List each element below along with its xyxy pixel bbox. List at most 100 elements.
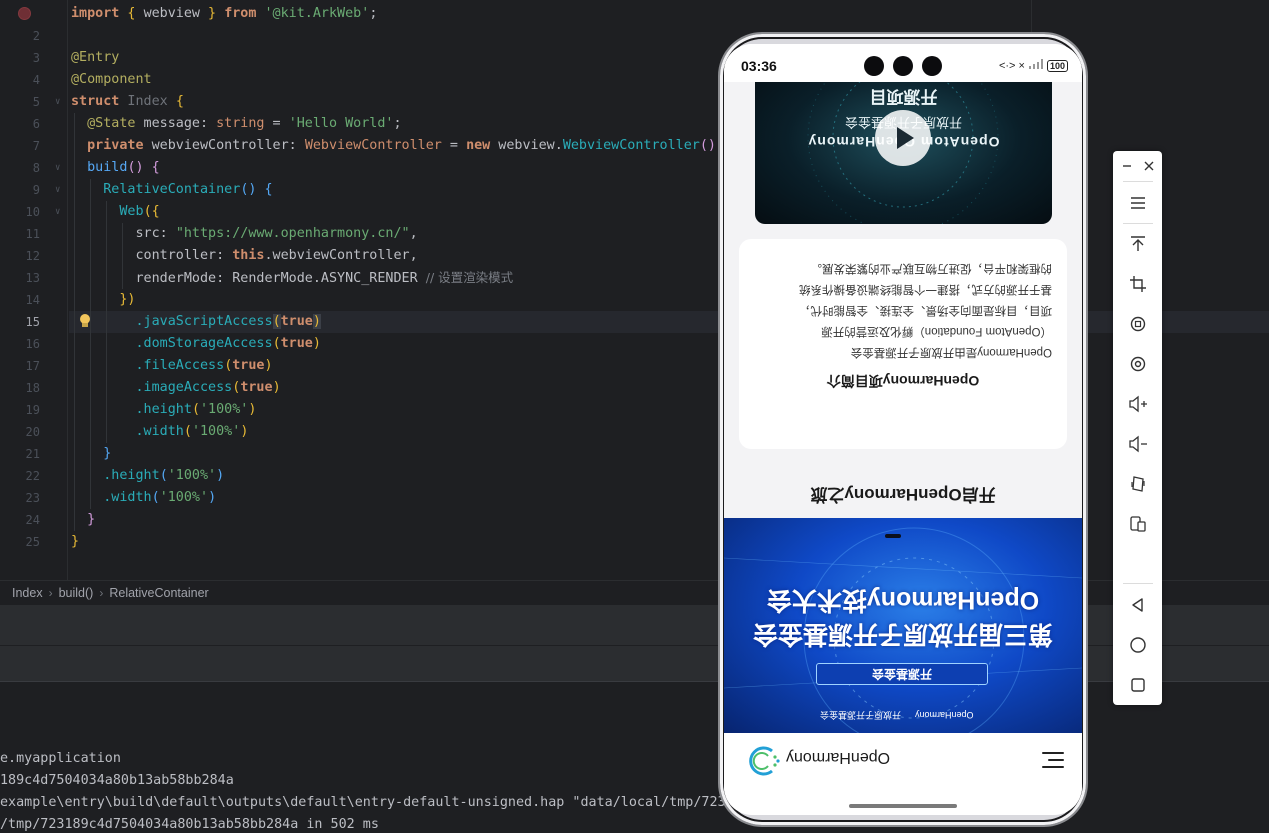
fold-marker-icon[interactable]: ∨ bbox=[55, 157, 63, 179]
string-literal: '100%' bbox=[191, 424, 241, 439]
video-caption: 开源项目 bbox=[869, 87, 938, 106]
boolean-literal: true bbox=[280, 336, 313, 351]
conference-banner[interactable]: OpenHarmony技术大会 第三届开放原子开源基金会 开源基金会 开放原子开… bbox=[724, 518, 1082, 733]
intro-line: 的框架和平台，促进万物互联产业的繁荣发展。 bbox=[810, 262, 1053, 274]
site-navbar: OpenHarmony bbox=[724, 733, 1082, 793]
line-number: 4 bbox=[32, 73, 40, 87]
code-line-4: @Component bbox=[71, 69, 716, 91]
webpage-content[interactable]: 开源项目 开放原子开源基金会 OpenAtom OpenHarmony 的框架和… bbox=[724, 82, 1082, 518]
line-number: 15 bbox=[25, 315, 40, 329]
boolean-literal: true bbox=[232, 358, 265, 373]
brace: { bbox=[119, 6, 144, 21]
back-icon[interactable] bbox=[1125, 592, 1151, 618]
identifier: message: bbox=[135, 116, 217, 131]
emulator-screen[interactable]: 03:36 <·> × 100 开源项目 开放原子开源基金会 OpenAtom … bbox=[724, 44, 1082, 815]
line-number: 17 bbox=[25, 359, 40, 373]
identifier: webviewController: bbox=[143, 138, 305, 153]
string-literal: '100%' bbox=[200, 402, 249, 417]
volume-up-icon[interactable] bbox=[1125, 391, 1151, 417]
play-icon[interactable] bbox=[875, 110, 931, 166]
line-number: 21 bbox=[25, 447, 40, 461]
status-icons: <·> × 100 bbox=[999, 59, 1068, 72]
line-number: 5 bbox=[32, 95, 40, 109]
line-number: 6 bbox=[32, 117, 40, 131]
project-intro-title: OpenHarmony项目简介 bbox=[826, 373, 980, 389]
code-line-12: controller: this.webviewController, bbox=[71, 245, 716, 267]
code-line-3: @Entry bbox=[71, 47, 716, 69]
console-line: example\entry\build\default\outputs\defa… bbox=[0, 795, 734, 810]
cellular-bars-icon bbox=[1028, 59, 1043, 72]
class-name: RelativeContainer bbox=[103, 182, 241, 197]
breakpoint-icon[interactable] bbox=[18, 7, 31, 20]
console-line: e.myapplication bbox=[0, 751, 121, 766]
code-line-21: } bbox=[71, 443, 716, 465]
property-key: controller: bbox=[135, 248, 233, 263]
rotate-icon[interactable] bbox=[1125, 311, 1151, 337]
code-line-11: src: "https://www.openharmony.cn/", bbox=[71, 223, 716, 245]
code-line-9: RelativeContainer() { bbox=[71, 179, 716, 201]
line-number: 16 bbox=[25, 337, 40, 351]
line-number: 2 bbox=[32, 29, 40, 43]
line-number: 19 bbox=[25, 403, 40, 417]
intro-line: （OpenAtom Foundation）孵化及运营的开源 bbox=[821, 325, 1052, 337]
code-line-10: Web({ bbox=[71, 201, 716, 223]
fold-marker-icon[interactable]: ∨ bbox=[55, 179, 63, 201]
method-name: build bbox=[87, 160, 128, 175]
line-number-gutter[interactable]: 2 3 4 5 6 7 8 9 10 11 12 13 14 15 16 17 … bbox=[0, 0, 68, 580]
line-number: 22 bbox=[25, 469, 40, 483]
drag-handle-icon[interactable] bbox=[885, 534, 901, 538]
fold-icon[interactable] bbox=[1125, 471, 1151, 497]
punct: = bbox=[264, 116, 289, 131]
code-line-24: } bbox=[71, 509, 716, 531]
camera-icon bbox=[922, 56, 942, 76]
code-line-6: @State message: string = 'Hello World'; bbox=[71, 113, 716, 135]
code-text[interactable]: import { webview } from '@kit.ArkWeb'; @… bbox=[71, 3, 716, 553]
brace: { bbox=[151, 160, 160, 175]
menu-icon[interactable] bbox=[1125, 190, 1151, 216]
string-literal: '100%' bbox=[167, 468, 217, 483]
banner-button[interactable]: 开源基金会 bbox=[816, 663, 988, 685]
method-name: .javaScriptAccess bbox=[135, 314, 273, 329]
code-line-16: .domStorageAccess(true) bbox=[135, 336, 321, 351]
openharmony-logo-icon[interactable] bbox=[744, 745, 782, 777]
crop-icon[interactable] bbox=[1125, 271, 1151, 297]
code-line-19: .height('100%') bbox=[135, 402, 257, 417]
breadcrumb-item[interactable]: Index bbox=[12, 586, 43, 600]
code-line-15: .javaScriptAccess(true) bbox=[135, 314, 321, 329]
brace: ({ bbox=[143, 204, 160, 219]
property-key: renderMode: RenderMode.ASYNC_RENDER bbox=[135, 271, 426, 286]
home-indicator[interactable] bbox=[849, 804, 957, 808]
identifier: webview. bbox=[490, 138, 563, 153]
hamburger-menu-icon[interactable] bbox=[1042, 750, 1064, 770]
screenshot-icon[interactable] bbox=[1125, 351, 1151, 377]
video-card[interactable]: 开源项目 开放原子开源基金会 OpenAtom OpenHarmony bbox=[755, 82, 1052, 224]
divider bbox=[1123, 223, 1153, 224]
status-time: 03:36 bbox=[741, 58, 777, 74]
volume-down-icon[interactable] bbox=[1125, 431, 1151, 457]
site-name: OpenHarmony bbox=[786, 749, 891, 766]
code-line-13: renderMode: RenderMode.ASYNC_RENDER // 设… bbox=[71, 267, 716, 289]
breadcrumb-item[interactable]: build() bbox=[59, 586, 94, 600]
intro-line: 基于开源的方式，搭建一个智能终端设备操作系统 bbox=[799, 283, 1052, 295]
keyword: import bbox=[71, 6, 120, 21]
property-key: src: bbox=[135, 226, 176, 241]
fold-marker-icon[interactable]: ∨ bbox=[55, 201, 63, 223]
close-icon[interactable] bbox=[1136, 153, 1162, 179]
line-number: 12 bbox=[25, 249, 40, 263]
battery-icon: 100 bbox=[1046, 59, 1068, 72]
decorator: @State bbox=[87, 116, 136, 131]
home-icon[interactable] bbox=[1125, 632, 1151, 658]
chevron-right-icon: › bbox=[48, 586, 53, 600]
status-bar: 03:36 <·> × 100 bbox=[724, 44, 1082, 82]
console-line: 189c4d7504034a80b13ab58bb284a bbox=[0, 773, 234, 788]
code-line-23: .width('100%') bbox=[103, 490, 217, 505]
punct: = bbox=[441, 138, 467, 153]
pin-top-icon[interactable] bbox=[1125, 231, 1151, 257]
multi-device-icon[interactable] bbox=[1125, 511, 1151, 537]
breadcrumb-item[interactable]: RelativeContainer bbox=[109, 586, 208, 600]
string-literal: '@kit.ArkWeb' bbox=[264, 6, 370, 21]
method-name: .imageAccess bbox=[135, 380, 233, 395]
recents-icon[interactable] bbox=[1125, 672, 1151, 698]
fold-marker-icon[interactable]: ∨ bbox=[55, 91, 63, 113]
keyword: private bbox=[87, 138, 144, 153]
